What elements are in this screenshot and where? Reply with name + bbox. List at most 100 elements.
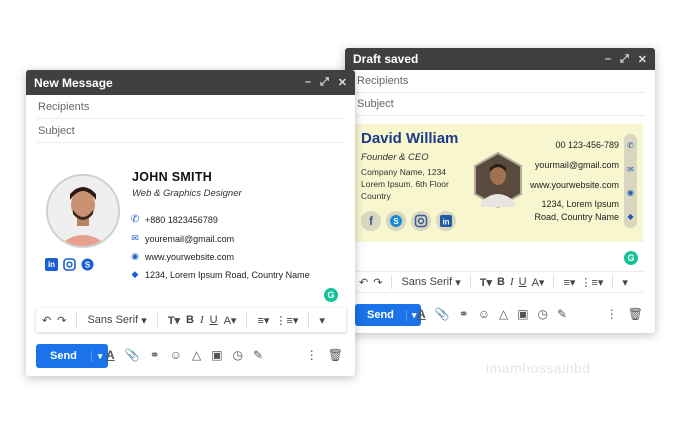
trash-icon[interactable]: 🗑 xyxy=(328,348,343,362)
attach-icon[interactable]: 📎 xyxy=(435,307,450,321)
signature-website: www.yourwebsite.com xyxy=(529,180,619,190)
signature-address: 1234, Lorem Ipsum Road, Country Name xyxy=(145,269,310,280)
subject-field[interactable]: Subject xyxy=(36,119,345,143)
signature-phone: +880 1823456789 xyxy=(145,214,218,225)
link-icon[interactable]: ⚭ xyxy=(459,307,469,321)
subject-placeholder: Subject xyxy=(38,124,75,137)
divider xyxy=(76,313,78,327)
skype-icon[interactable]: S xyxy=(386,211,406,231)
photo-icon[interactable]: ▣ xyxy=(517,307,528,321)
profile-photo xyxy=(474,152,522,208)
draft-titlebar[interactable]: Draft saved – ⤢ ✕ xyxy=(345,48,655,70)
font-size-icon[interactable]: T▾ xyxy=(168,314,180,327)
format-toolbar: ↶ ↷ Sans Serif ▾ T▾ B I U A▾ ≡▾ ⋮≡▾ ▾ xyxy=(355,271,645,293)
grammarly-icon[interactable]: G xyxy=(624,251,638,265)
more-options-icon[interactable]: ⋮ xyxy=(306,348,318,362)
send-button[interactable]: Send xyxy=(36,350,91,362)
more-format-icon[interactable]: ▾ xyxy=(622,276,628,289)
formatting-icon[interactable]: A xyxy=(106,348,115,362)
globe-icon: ◉ xyxy=(627,188,634,198)
underline-icon[interactable]: U xyxy=(519,276,527,288)
text-color-icon[interactable]: A▾ xyxy=(532,276,545,289)
drive-icon[interactable]: △ xyxy=(192,348,201,362)
emoji-icon[interactable]: ☺ xyxy=(478,307,490,321)
expand-icon[interactable]: ⤢ xyxy=(620,53,629,66)
subject-placeholder: Subject xyxy=(357,98,394,110)
confidential-icon[interactable]: ◷ xyxy=(233,348,243,362)
linkedin-icon[interactable]: in xyxy=(45,258,58,271)
redo-icon[interactable]: ↷ xyxy=(373,276,382,289)
instagram-icon[interactable] xyxy=(411,211,431,231)
align-icon[interactable]: ≡▾ xyxy=(563,276,575,289)
close-icon[interactable]: ✕ xyxy=(338,76,347,89)
text-color-icon[interactable]: A▾ xyxy=(224,314,237,327)
list-icon[interactable]: ⋮≡▾ xyxy=(275,314,298,327)
draft-window: Draft saved – ⤢ ✕ Recipients Subject Dav… xyxy=(345,48,655,333)
font-size-icon[interactable]: T▾ xyxy=(480,276,492,289)
bold-icon[interactable]: B xyxy=(497,276,505,288)
signature-pen-icon[interactable]: ✎ xyxy=(557,307,567,321)
font-select[interactable]: Sans Serif ▾ xyxy=(87,314,146,327)
photo-icon[interactable]: ▣ xyxy=(211,348,222,362)
email-signature: in S JOHN SMITH Web & Graphics Designer … xyxy=(42,166,342,280)
address-line: 1234, Lorem Ipsum xyxy=(541,199,619,209)
formatting-icon[interactable]: A xyxy=(417,307,426,321)
expand-icon[interactable]: ⤢ xyxy=(320,76,329,89)
undo-icon[interactable]: ↶ xyxy=(359,276,368,289)
emoji-icon[interactable]: ☺ xyxy=(170,348,182,362)
trash-icon[interactable]: 🗑 xyxy=(628,307,643,321)
more-options-icon[interactable]: ⋮ xyxy=(606,307,618,321)
font-select[interactable]: Sans Serif ▾ xyxy=(401,276,460,289)
mail-icon: ✉ xyxy=(627,164,634,174)
recipients-placeholder: Recipients xyxy=(38,100,90,113)
send-button[interactable]: Send xyxy=(355,309,406,321)
compose-actions: A 📎 ⚭ ☺ △ ▣ ◷ ✎ xyxy=(417,307,567,321)
close-icon[interactable]: ✕ xyxy=(638,53,647,66)
drive-icon[interactable]: △ xyxy=(499,307,508,321)
signature-email: youremail@gmail.com xyxy=(145,233,235,244)
instagram-icon[interactable] xyxy=(63,258,76,271)
confidential-icon[interactable]: ◷ xyxy=(538,307,548,321)
svg-text:S: S xyxy=(393,217,399,226)
phone-icon: ✆ xyxy=(627,141,634,151)
svg-text:S: S xyxy=(85,261,91,270)
align-icon[interactable]: ≡▾ xyxy=(257,314,269,327)
list-icon[interactable]: ⋮≡▾ xyxy=(580,276,603,289)
signature-pen-icon[interactable]: ✎ xyxy=(253,348,263,362)
italic-icon[interactable]: I xyxy=(510,276,514,288)
send-button-group: Send ▾ xyxy=(355,304,422,326)
bold-icon[interactable]: B xyxy=(186,314,194,326)
grammarly-icon[interactable]: G xyxy=(324,288,338,302)
compose-titlebar[interactable]: New Message – ⤢ ✕ xyxy=(26,70,355,95)
undo-icon[interactable]: ↶ xyxy=(42,314,51,327)
compose-right-actions: ⋮ 🗑 xyxy=(606,307,643,321)
minimize-icon[interactable]: – xyxy=(305,76,311,89)
recipients-field[interactable]: Recipients xyxy=(36,95,345,119)
address-line: Country xyxy=(361,191,391,201)
compose-actions: A 📎 ⚭ ☺ △ ▣ ◷ ✎ xyxy=(106,348,263,362)
link-icon[interactable]: ⚭ xyxy=(150,348,160,362)
divider xyxy=(246,313,248,327)
more-format-icon[interactable]: ▾ xyxy=(319,314,325,327)
contact-website-row: ◉ www.yourwebsite.com xyxy=(131,251,234,262)
compose-right-actions: ⋮ 🗑 xyxy=(306,348,343,362)
redo-icon[interactable]: ↷ xyxy=(57,314,66,327)
signature-role: Web & Graphics Designer xyxy=(132,188,242,199)
divider xyxy=(553,275,555,289)
font-value: Sans Serif xyxy=(87,314,139,326)
signature-address: 1234, Lorem Ipsum Road, Country Name xyxy=(534,198,619,224)
linkedin-icon[interactable]: in xyxy=(436,211,456,231)
social-links: f S in xyxy=(361,211,456,231)
subject-field[interactable]: Subject xyxy=(355,93,645,116)
divider xyxy=(612,275,614,289)
font-value: Sans Serif xyxy=(401,276,453,288)
attach-icon[interactable]: 📎 xyxy=(125,348,140,362)
recipients-field[interactable]: Recipients xyxy=(355,70,645,93)
facebook-icon[interactable]: f xyxy=(361,211,381,231)
skype-icon[interactable]: S xyxy=(81,258,94,271)
location-icon: ◆ xyxy=(131,269,139,279)
underline-icon[interactable]: U xyxy=(210,314,218,326)
minimize-icon[interactable]: – xyxy=(605,53,611,66)
italic-icon[interactable]: I xyxy=(200,314,204,326)
divider xyxy=(391,275,393,289)
